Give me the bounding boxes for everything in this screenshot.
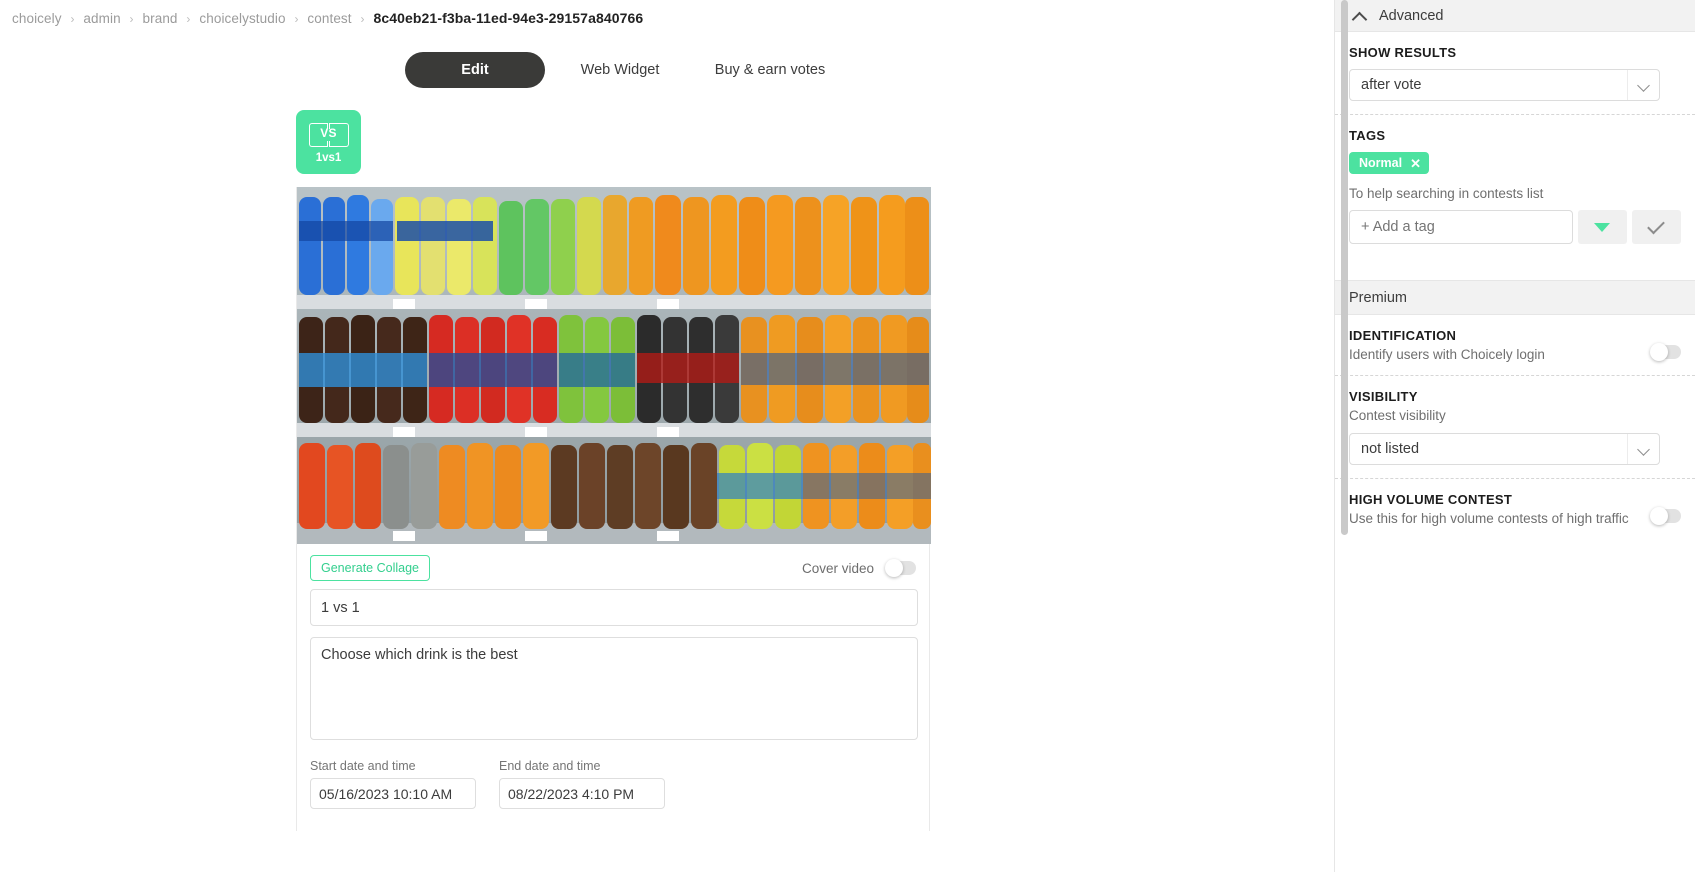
generate-collage-button[interactable]: Generate Collage	[310, 555, 430, 581]
cover-video-toggle-knob	[885, 559, 903, 577]
tag-dropdown-button[interactable]	[1577, 210, 1627, 244]
tab-buy-earn-votes[interactable]: Buy & earn votes	[695, 52, 845, 88]
identification-block: IDENTIFICATION Identify users with Choic…	[1349, 315, 1681, 375]
high-volume-toggle[interactable]	[1650, 507, 1681, 525]
tag-chip-list: Normal ✕	[1349, 152, 1681, 174]
sidebar-body: SHOW RESULTS after vote TAGS Normal ✕ To	[1335, 32, 1695, 257]
tab-bar: Edit Web Widget Buy & earn votes	[0, 52, 1334, 88]
contest-description-textarea[interactable]: Choose which drink is the best	[310, 637, 918, 740]
tag-input-row	[1349, 210, 1681, 244]
start-date-input[interactable]	[310, 778, 476, 809]
high-volume-text: HIGH VOLUME CONTEST Use this for high vo…	[1349, 492, 1629, 526]
start-date-field: Start date and time	[310, 759, 476, 809]
advanced-section-title: Advanced	[1379, 7, 1444, 24]
breadcrumb: choicely › admin › brand › choicelystudi…	[0, 0, 1334, 34]
sidebar-scrollbar-track[interactable]	[1338, 0, 1348, 872]
high-volume-row: HIGH VOLUME CONTEST Use this for high vo…	[1349, 492, 1681, 526]
contest-type-card-1vs1[interactable]: VS 1vs1	[296, 110, 361, 174]
contest-editor-panel: Generate Collage Cover video Choose whic…	[296, 187, 931, 831]
breadcrumb-item-choicely[interactable]: choicely	[12, 11, 62, 26]
cover-video-control: Cover video	[801, 559, 916, 577]
app-root: choicely › admin › brand › choicelystudi…	[0, 0, 1695, 872]
check-icon	[1647, 216, 1666, 234]
tags-block: TAGS Normal ✕ To help searching in conte…	[1349, 115, 1681, 257]
dates-row: Start date and time End date and time	[297, 745, 929, 809]
visibility-block: VISIBILITY Contest visibility not listed	[1349, 376, 1681, 478]
end-date-label: End date and time	[499, 759, 601, 773]
advanced-sidebar: Advanced SHOW RESULTS after vote TAGS No…	[1334, 0, 1695, 872]
start-date-label: Start date and time	[310, 759, 416, 773]
breadcrumb-separator-icon: ›	[360, 12, 365, 26]
cover-image[interactable]	[297, 187, 931, 544]
identification-text: IDENTIFICATION Identify users with Choic…	[1349, 328, 1545, 362]
versus-icon: VS	[308, 122, 349, 147]
breadcrumb-item-choicelystudio[interactable]: choicelystudio	[199, 11, 285, 26]
versus-icon-text: VS	[320, 125, 337, 140]
breadcrumb-item-admin[interactable]: admin	[83, 11, 120, 26]
cover-video-toggle[interactable]	[885, 559, 916, 577]
identification-toggle-knob	[1650, 343, 1668, 361]
identification-toggle[interactable]	[1650, 343, 1681, 361]
identification-description: Identify users with Choicely login	[1349, 347, 1545, 362]
show-results-label: SHOW RESULTS	[1349, 45, 1457, 60]
visibility-value: not listed	[1361, 441, 1420, 457]
tags-label: TAGS	[1349, 128, 1386, 143]
advanced-section-header[interactable]: Advanced	[1335, 0, 1695, 32]
high-volume-label: HIGH VOLUME CONTEST	[1349, 492, 1513, 507]
high-volume-toggle-knob	[1650, 507, 1668, 525]
collage-row: Generate Collage Cover video	[297, 544, 929, 589]
select-divider	[1627, 70, 1628, 100]
tag-chip-normal[interactable]: Normal ✕	[1349, 152, 1429, 174]
add-tag-input[interactable]	[1349, 210, 1573, 244]
breadcrumb-separator-icon: ›	[70, 12, 75, 26]
visibility-select[interactable]: not listed	[1349, 433, 1660, 465]
breadcrumb-item-contest[interactable]: contest	[307, 11, 351, 26]
tab-web-widget[interactable]: Web Widget	[545, 52, 695, 88]
title-field-wrap	[297, 589, 929, 626]
description-field-wrap: Choose which drink is the best	[297, 626, 929, 745]
high-volume-block: HIGH VOLUME CONTEST Use this for high vo…	[1349, 479, 1681, 539]
breadcrumb-separator-icon: ›	[129, 12, 134, 26]
breadcrumb-item-contest-id: 8c40eb21-f3ba-11ed-94e3-29157a840766	[373, 10, 644, 26]
high-volume-description: Use this for high volume contests of hig…	[1349, 511, 1629, 526]
premium-label: Premium	[1349, 289, 1408, 306]
breadcrumb-separator-icon: ›	[294, 12, 299, 26]
sidebar-scrollbar-thumb[interactable]	[1341, 0, 1348, 535]
tab-edit[interactable]: Edit	[405, 52, 545, 88]
end-date-field: End date and time	[499, 759, 665, 809]
chevron-down-icon	[1637, 443, 1650, 456]
tags-hint: To help searching in contests list	[1349, 186, 1544, 201]
cover-image-graphic	[297, 187, 931, 544]
identification-row: IDENTIFICATION Identify users with Choic…	[1349, 328, 1681, 362]
caret-down-icon	[1594, 222, 1611, 232]
visibility-label: VISIBILITY	[1349, 389, 1418, 404]
chevron-up-icon	[1353, 11, 1367, 20]
show-results-select[interactable]: after vote	[1349, 69, 1660, 101]
breadcrumb-item-brand[interactable]: brand	[143, 11, 178, 26]
show-results-block: SHOW RESULTS after vote	[1349, 32, 1681, 114]
contest-type-row: VS 1vs1	[0, 110, 1334, 174]
tag-confirm-button[interactable]	[1631, 210, 1681, 244]
end-date-input[interactable]	[499, 778, 665, 809]
contest-type-label: 1vs1	[315, 151, 342, 164]
identification-label: IDENTIFICATION	[1349, 328, 1457, 343]
visibility-description: Contest visibility	[1349, 408, 1446, 423]
select-divider	[1627, 434, 1628, 464]
contest-title-input[interactable]	[310, 589, 918, 626]
chevron-down-icon	[1637, 79, 1650, 92]
close-icon[interactable]: ✕	[1410, 157, 1421, 170]
panel-bottom-spacer	[297, 809, 929, 831]
breadcrumb-separator-icon: ›	[186, 12, 191, 26]
sidebar-body-premium: IDENTIFICATION Identify users with Choic…	[1335, 315, 1695, 539]
tag-chip-label: Normal	[1359, 156, 1403, 170]
main-content: choicely › admin › brand › choicelystudi…	[0, 0, 1334, 872]
premium-section-header[interactable]: Premium	[1335, 280, 1695, 315]
show-results-value: after vote	[1361, 77, 1422, 93]
cover-video-label: Cover video	[801, 560, 874, 576]
